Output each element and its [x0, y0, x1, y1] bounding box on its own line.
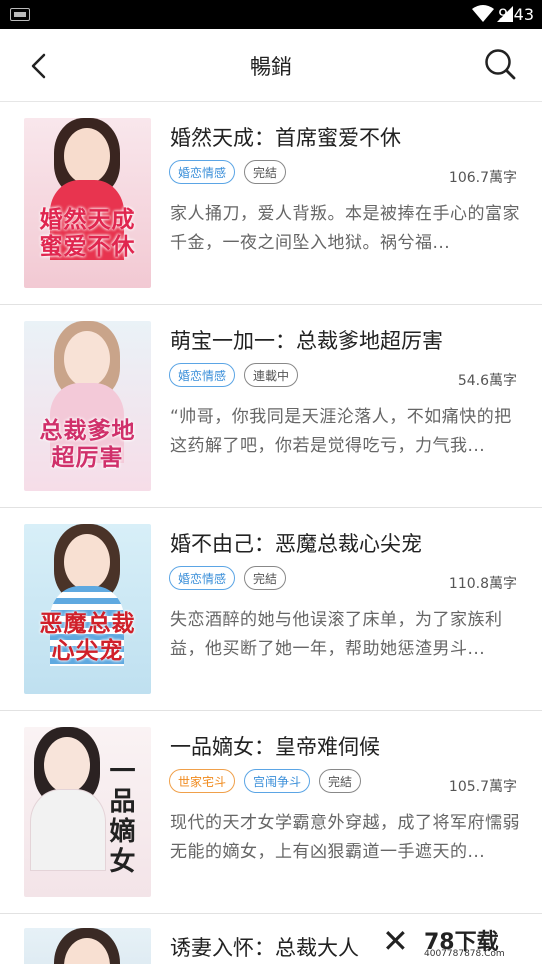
- cover-title-art: 一品 嫡女: [109, 757, 137, 877]
- word-count: 54.6萬字: [457, 373, 517, 389]
- book-description: 失恋酒醉的她与他误滚了床单，为了家族利益，他买断了她一年，帮助她惩渣男斗...: [170, 610, 503, 659]
- book-list-item[interactable]: 总裁爹地 超厉害 萌宝一加一：总裁爹地超厉害 婚恋情感 連載中 54.6萬字 “帅…: [0, 305, 542, 508]
- book-title[interactable]: 婚不由己：恶魔总裁心尖宠: [170, 528, 422, 558]
- watermark-x-icon: ✕: [382, 922, 409, 960]
- book-list-item[interactable]: 一品 嫡女 一品嫡女：皇帝难伺候 世家宅斗 宫闱争斗 完結 105.7萬字 现代的…: [0, 711, 542, 914]
- status-bar: 9:43: [0, 0, 542, 29]
- book-list-item[interactable]: 婚然天成 蜜爱不休 婚然天成：首席蜜爱不休 婚恋情感 完結 106.7萬字 家人捅…: [0, 102, 542, 305]
- watermark-logo: ✕ 78下载 4007787878.Com: [378, 922, 538, 962]
- cover-title-art: 婚然天成 蜜爱不休: [39, 206, 136, 260]
- genre-tag[interactable]: 婚恋情感: [169, 363, 236, 387]
- status-tag: 完結: [319, 769, 362, 793]
- book-cover[interactable]: 恶魔总裁 心尖宠: [24, 524, 151, 694]
- book-tags: 婚恋情感 完結: [169, 566, 287, 592]
- book-cover[interactable]: 一品 嫡女: [24, 727, 151, 897]
- genre-tag[interactable]: 世家宅斗: [169, 769, 236, 793]
- wifi-icon: [472, 5, 494, 22]
- book-list-item[interactable]: 恶魔总裁 心尖宠 婚不由己：恶魔总裁心尖宠 婚恋情感 完結 110.8萬字 失恋酒…: [0, 508, 542, 711]
- word-count: 106.7萬字: [448, 170, 517, 186]
- status-tag: 連載中: [244, 363, 299, 387]
- book-cover[interactable]: [24, 928, 151, 964]
- book-description: “帅哥，你我同是天涯沦落人，不如痛快的把这药解了吧，你若是觉得吃亏，力气我...: [170, 407, 512, 456]
- sim-card-icon: [10, 8, 30, 21]
- search-icon[interactable]: [482, 46, 518, 82]
- genre-tag[interactable]: 婚恋情感: [169, 160, 236, 184]
- word-count: 105.7萬字: [448, 779, 517, 795]
- book-tags: 世家宅斗 宫闱争斗 完結: [169, 769, 362, 795]
- clock: 9:43: [498, 5, 534, 24]
- genre-tag[interactable]: 婚恋情感: [169, 566, 236, 590]
- word-count: 110.8萬字: [448, 576, 517, 592]
- book-title[interactable]: 一品嫡女：皇帝难伺候: [170, 731, 380, 761]
- book-cover[interactable]: 婚然天成 蜜爱不休: [24, 118, 151, 288]
- book-description: 家人捅刀，爱人背叛。本是被捧在手心的富家千金，一夜之间坠入地狱。祸兮福...: [170, 204, 520, 253]
- watermark-url: 4007787878.Com: [424, 949, 505, 959]
- genre-tag[interactable]: 宫闱争斗: [244, 769, 311, 793]
- book-title[interactable]: 诱妻入怀：总裁大人: [170, 932, 359, 962]
- book-description: 现代的天才女学霸意外穿越，成了将军府懦弱无能的嫡女，上有凶狠霸道一手遮天的...: [170, 813, 520, 862]
- top-navigation: 暢銷: [0, 29, 542, 102]
- cover-title-art: 恶魔总裁 心尖宠: [39, 610, 136, 664]
- book-title[interactable]: 萌宝一加一：总裁爹地超厉害: [170, 325, 443, 355]
- status-tag: 完結: [244, 566, 287, 590]
- book-title[interactable]: 婚然天成：首席蜜爱不休: [170, 122, 401, 152]
- book-tags: 婚恋情感 完結: [169, 160, 287, 186]
- book-cover[interactable]: 总裁爹地 超厉害: [24, 321, 151, 491]
- book-tags: 婚恋情感 連載中: [169, 363, 299, 389]
- book-list: 婚然天成 蜜爱不休 婚然天成：首席蜜爱不休 婚恋情感 完結 106.7萬字 家人捅…: [0, 102, 542, 914]
- page-title: 暢銷: [250, 55, 292, 79]
- status-tag: 完結: [244, 160, 287, 184]
- cover-title-art: 总裁爹地 超厉害: [39, 417, 136, 471]
